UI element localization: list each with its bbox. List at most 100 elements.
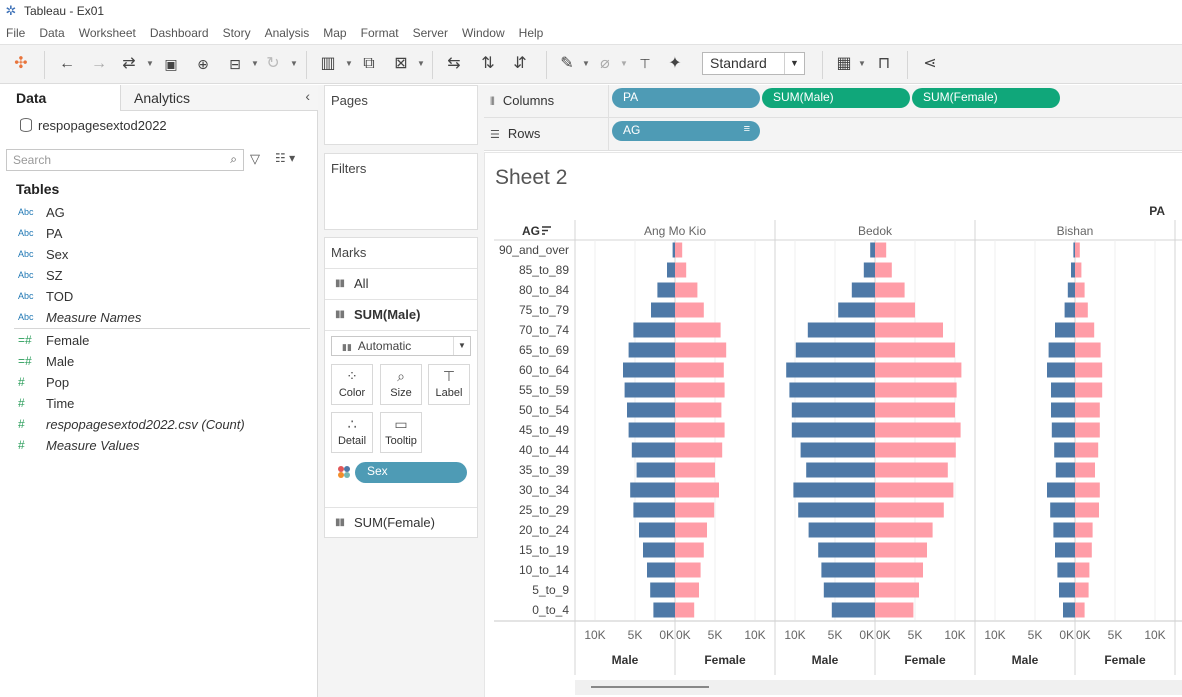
bar-female[interactable] <box>1075 282 1085 298</box>
bar-male[interactable] <box>1055 462 1075 478</box>
field-ag[interactable]: Abc AG <box>18 202 65 222</box>
bar-male[interactable] <box>786 362 875 378</box>
bar-male[interactable] <box>628 422 675 438</box>
bar-male[interactable] <box>1054 442 1075 458</box>
sort-descending-icon[interactable]: ⇵ <box>508 53 532 75</box>
highlight-icon[interactable]: ✎ <box>556 53 578 75</box>
bar-male[interactable] <box>636 462 675 478</box>
bar-male[interactable] <box>650 582 675 598</box>
bar-male[interactable] <box>823 582 875 598</box>
bar-female[interactable] <box>1075 302 1088 318</box>
bar-male[interactable] <box>653 602 675 618</box>
bar-female[interactable] <box>875 522 933 538</box>
collapse-pane-icon[interactable]: ‹ <box>305 88 310 104</box>
chevron-down-icon[interactable]: ▼ <box>582 53 590 75</box>
bar-male[interactable] <box>798 502 875 518</box>
bar-male[interactable] <box>818 542 875 558</box>
group-members-icon[interactable]: ⌀ <box>594 53 616 75</box>
bar-female[interactable] <box>1075 462 1095 478</box>
bar-male[interactable] <box>851 282 875 298</box>
bar-female[interactable] <box>875 462 948 478</box>
bar-male[interactable] <box>791 422 875 438</box>
menu-server[interactable]: Server <box>413 26 448 40</box>
chevron-down-icon[interactable]: ▼ <box>251 53 259 75</box>
swap-rows-columns-icon[interactable]: ⇆ <box>442 53 466 75</box>
bar-male[interactable] <box>633 322 675 338</box>
bar-female[interactable] <box>875 402 955 418</box>
bar-female[interactable] <box>1075 502 1099 518</box>
bar-female[interactable] <box>1075 482 1100 498</box>
bar-female[interactable] <box>1075 362 1103 378</box>
bar-female[interactable] <box>675 302 704 318</box>
bar-male[interactable] <box>628 342 675 358</box>
scrollbar-thumb[interactable] <box>591 686 709 688</box>
duplicate-sheet-icon[interactable]: ⧉ <box>357 53 381 75</box>
datasource[interactable]: respopagesextod2022 <box>20 118 167 133</box>
menu-format[interactable]: Format <box>361 26 399 40</box>
bar-male[interactable] <box>630 482 675 498</box>
bar-female[interactable] <box>875 562 923 578</box>
bar-male[interactable] <box>838 302 875 318</box>
undo-icon[interactable]: ← <box>56 53 78 75</box>
bar-male[interactable] <box>1051 422 1075 438</box>
bar-female[interactable] <box>1075 562 1090 578</box>
chevron-down-icon[interactable]: ▼ <box>784 53 804 74</box>
bar-female[interactable] <box>875 582 919 598</box>
bar-male[interactable] <box>623 362 675 378</box>
bar-female[interactable] <box>675 262 687 278</box>
menu-dashboard[interactable]: Dashboard <box>150 26 209 40</box>
bar-female[interactable] <box>675 382 725 398</box>
bar-female[interactable] <box>875 282 905 298</box>
horizontal-scrollbar[interactable] <box>575 680 1182 695</box>
chevron-down-icon[interactable]: ▼ <box>858 53 866 75</box>
chevron-down-icon[interactable]: ▼ <box>453 337 470 355</box>
columns-shelf[interactable]: ⦀ Columns PA SUM(Male) SUM(Female) <box>484 85 1182 118</box>
bar-female[interactable] <box>675 282 698 298</box>
share-icon[interactable]: ⋖ <box>918 53 942 75</box>
size-button[interactable]: ⌕ Size <box>380 364 422 405</box>
bar-male[interactable] <box>1067 282 1075 298</box>
bar-male[interactable] <box>793 482 875 498</box>
bar-male[interactable] <box>631 442 675 458</box>
field-pa[interactable]: Abc PA <box>18 223 62 243</box>
bar-male[interactable] <box>863 262 875 278</box>
save-icon[interactable]: ▣ <box>160 53 182 75</box>
bar-male[interactable] <box>651 302 675 318</box>
bar-female[interactable] <box>675 502 715 518</box>
new-datasource-icon[interactable]: ⊕ <box>192 53 214 75</box>
search-input[interactable]: Search ⌕ <box>6 149 244 171</box>
bar-female[interactable] <box>1075 242 1080 258</box>
bar-female[interactable] <box>875 242 887 258</box>
menu-window[interactable]: Window <box>462 26 505 40</box>
bar-male[interactable] <box>647 562 675 578</box>
chevron-down-icon[interactable]: ▼ <box>345 53 353 75</box>
bar-female[interactable] <box>1075 422 1100 438</box>
new-worksheet-icon[interactable]: ▥ <box>316 53 340 75</box>
bar-male[interactable] <box>807 322 875 338</box>
sort-ascending-icon[interactable]: ⇅ <box>476 53 500 75</box>
bar-male[interactable] <box>1073 242 1075 258</box>
bar-male[interactable] <box>1057 562 1075 578</box>
bar-male[interactable] <box>1048 342 1075 358</box>
bar-female[interactable] <box>875 442 956 458</box>
marks-all-tab[interactable]: ▮▮ All <box>325 268 477 298</box>
bar-male[interactable] <box>1064 302 1075 318</box>
field-sz[interactable]: Abc SZ <box>18 265 63 285</box>
mark-type-select[interactable]: ▮▮ Automatic ▼ <box>331 336 471 356</box>
bar-female[interactable] <box>1075 402 1100 418</box>
bar-male[interactable] <box>1047 482 1075 498</box>
menu-help[interactable]: Help <box>519 26 544 40</box>
bar-male[interactable] <box>1051 402 1075 418</box>
bar-male[interactable] <box>795 342 875 358</box>
pages-card[interactable]: Pages <box>324 85 478 145</box>
detail-button[interactable]: ∴ Detail <box>331 412 373 453</box>
show-me-icon[interactable]: ▦ <box>832 53 856 75</box>
bar-female[interactable] <box>875 262 892 278</box>
bar-male[interactable] <box>806 462 875 478</box>
menu-story[interactable]: Story <box>223 26 251 40</box>
bar-male[interactable] <box>789 382 875 398</box>
bar-female[interactable] <box>1075 442 1099 458</box>
bar-female[interactable] <box>675 402 722 418</box>
bar-female[interactable] <box>875 602 914 618</box>
menu-analysis[interactable]: Analysis <box>265 26 310 40</box>
